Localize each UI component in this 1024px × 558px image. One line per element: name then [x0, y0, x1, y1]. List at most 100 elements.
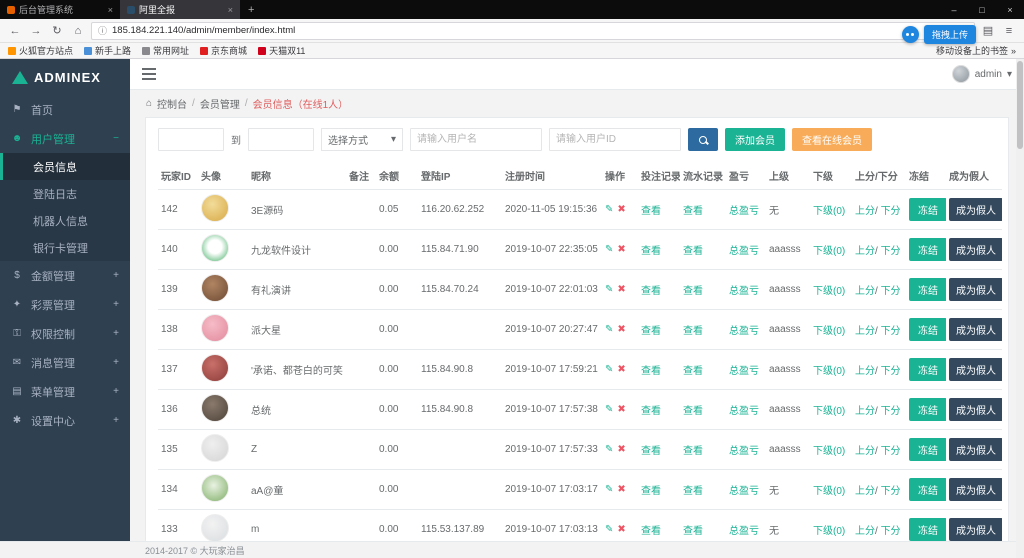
subordinate-link[interactable]: 下级(0)	[813, 326, 845, 337]
subordinate-link[interactable]: 下级(0)	[813, 206, 845, 217]
delete-icon[interactable]: ✖	[617, 244, 625, 255]
bookmark-item[interactable]: 天猫双11	[258, 44, 305, 57]
sidebar-item-amount[interactable]: $ 金额管理 +	[0, 261, 130, 290]
add-member-button[interactable]: 添加会员	[725, 128, 785, 151]
add-points-link[interactable]: 上分	[855, 446, 875, 457]
edit-icon[interactable]: ✎	[605, 484, 613, 495]
total-profit-link[interactable]: 总盈亏	[729, 446, 759, 457]
shield-icon[interactable]: ⓘ	[98, 24, 107, 37]
freeze-button[interactable]: 冻结	[909, 478, 946, 501]
become-fake-button[interactable]: 成为假人	[949, 518, 1002, 541]
total-profit-link[interactable]: 总盈亏	[729, 246, 759, 257]
id-range-start-input[interactable]	[158, 128, 224, 151]
view-bets-link[interactable]: 查看	[641, 286, 661, 297]
total-profit-link[interactable]: 总盈亏	[729, 206, 759, 217]
sidebar-item-bankcard[interactable]: 银行卡管理	[0, 234, 130, 261]
subtract-points-link[interactable]: 下分	[881, 206, 901, 217]
delete-icon[interactable]: ✖	[617, 364, 625, 375]
bookmark-item[interactable]: 京东商城	[200, 44, 247, 57]
delete-icon[interactable]: ✖	[617, 204, 625, 215]
add-points-link[interactable]: 上分	[855, 406, 875, 417]
breadcrumb-console[interactable]: 控制台	[157, 96, 187, 111]
edit-icon[interactable]: ✎	[605, 324, 613, 335]
reload-icon[interactable]: ↻	[49, 24, 65, 37]
sidebar-item-lottery[interactable]: ✦ 彩票管理 +	[0, 290, 130, 319]
become-fake-button[interactable]: 成为假人	[949, 238, 1002, 261]
view-flow-link[interactable]: 查看	[683, 246, 703, 257]
delete-icon[interactable]: ✖	[617, 444, 625, 455]
become-fake-button[interactable]: 成为假人	[949, 478, 1002, 501]
bookmark-item[interactable]: 新手上路	[84, 44, 131, 57]
subordinate-link[interactable]: 下级(0)	[813, 366, 845, 377]
upload-badge[interactable]: 拖拽上传	[924, 25, 976, 44]
browser-tab-admin[interactable]: 后台管理系统 ×	[0, 0, 120, 19]
app-menu-icon[interactable]: ≡	[1001, 25, 1017, 37]
subtract-points-link[interactable]: 下分	[881, 326, 901, 337]
sidebar-item-robot-info[interactable]: 机器人信息	[0, 207, 130, 234]
subtract-points-link[interactable]: 下分	[881, 286, 901, 297]
scrollbar-thumb[interactable]	[1017, 61, 1023, 149]
view-flow-link[interactable]: 查看	[683, 326, 703, 337]
sidebar-item-home[interactable]: ⚑ 首页	[0, 95, 130, 124]
delete-icon[interactable]: ✖	[617, 324, 625, 335]
sidebar-item-settings[interactable]: ✱ 设置中心 +	[0, 406, 130, 435]
sidebar-item-message[interactable]: ✉ 消息管理 +	[0, 348, 130, 377]
edit-icon[interactable]: ✎	[605, 204, 613, 215]
become-fake-button[interactable]: 成为假人	[949, 438, 1002, 461]
browser-tab-active[interactable]: 阿里全报 ×	[120, 0, 240, 19]
total-profit-link[interactable]: 总盈亏	[729, 406, 759, 417]
subtract-points-link[interactable]: 下分	[881, 366, 901, 377]
edit-icon[interactable]: ✎	[605, 364, 613, 375]
freeze-button[interactable]: 冻结	[909, 518, 946, 541]
total-profit-link[interactable]: 总盈亏	[729, 286, 759, 297]
subtract-points-link[interactable]: 下分	[881, 526, 901, 537]
total-profit-link[interactable]: 总盈亏	[729, 326, 759, 337]
subordinate-link[interactable]: 下级(0)	[813, 526, 845, 537]
become-fake-button[interactable]: 成为假人	[949, 278, 1002, 301]
view-bets-link[interactable]: 查看	[641, 326, 661, 337]
view-bets-link[interactable]: 查看	[641, 526, 661, 537]
sidebar-item-member-info[interactable]: 会员信息	[0, 153, 130, 180]
id-range-end-input[interactable]	[248, 128, 314, 151]
mobile-bookmarks[interactable]: 移动设备上的书签»	[936, 44, 1016, 57]
tab-close-icon[interactable]: ×	[108, 5, 113, 15]
become-fake-button[interactable]: 成为假人	[949, 318, 1002, 341]
freeze-button[interactable]: 冻结	[909, 238, 946, 261]
sidebar-item-login-log[interactable]: 登陆日志	[0, 180, 130, 207]
view-flow-link[interactable]: 查看	[683, 286, 703, 297]
sidebar-item-menu[interactable]: ▤ 菜单管理 +	[0, 377, 130, 406]
view-bets-link[interactable]: 查看	[641, 446, 661, 457]
url-text[interactable]: 185.184.221.140/admin/member/index.html	[112, 25, 941, 36]
user-menu[interactable]: admin ▾	[952, 65, 1012, 83]
new-tab-button[interactable]: +	[240, 0, 262, 19]
back-icon[interactable]: ←	[7, 25, 23, 37]
subtract-points-link[interactable]: 下分	[881, 446, 901, 457]
freeze-button[interactable]: 冻结	[909, 358, 946, 381]
become-fake-button[interactable]: 成为假人	[949, 198, 1002, 221]
delete-icon[interactable]: ✖	[617, 404, 625, 415]
forward-icon[interactable]: →	[28, 25, 44, 37]
view-flow-link[interactable]: 查看	[683, 406, 703, 417]
become-fake-button[interactable]: 成为假人	[949, 358, 1002, 381]
edit-icon[interactable]: ✎	[605, 244, 613, 255]
delete-icon[interactable]: ✖	[617, 484, 625, 495]
add-points-link[interactable]: 上分	[855, 326, 875, 337]
add-points-link[interactable]: 上分	[855, 526, 875, 537]
userid-input[interactable]	[549, 128, 681, 151]
maximize-button[interactable]: □	[968, 0, 996, 19]
sidebar-item-user-management[interactable]: ☻ 用户管理 −	[0, 124, 130, 153]
add-points-link[interactable]: 上分	[855, 486, 875, 497]
search-mode-select[interactable]: 选择方式 ▾	[321, 128, 403, 151]
view-flow-link[interactable]: 查看	[683, 446, 703, 457]
become-fake-button[interactable]: 成为假人	[949, 398, 1002, 421]
total-profit-link[interactable]: 总盈亏	[729, 486, 759, 497]
view-bets-link[interactable]: 查看	[641, 206, 661, 217]
freeze-button[interactable]: 冻结	[909, 198, 946, 221]
close-button[interactable]: ×	[996, 0, 1024, 19]
view-flow-link[interactable]: 查看	[683, 486, 703, 497]
subtract-points-link[interactable]: 下分	[881, 486, 901, 497]
home-icon[interactable]: ⌂	[70, 25, 86, 37]
freeze-button[interactable]: 冻结	[909, 318, 946, 341]
delete-icon[interactable]: ✖	[617, 284, 625, 295]
view-bets-link[interactable]: 查看	[641, 486, 661, 497]
